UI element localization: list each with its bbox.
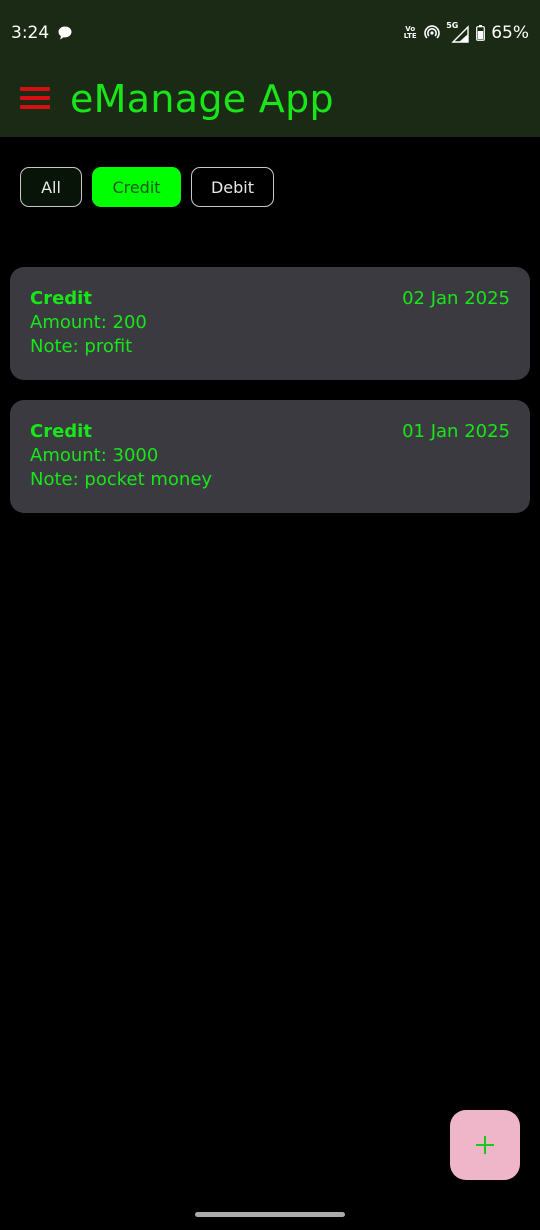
filter-all-label: All [41,177,61,197]
chat-notification-icon [58,26,72,40]
status-icons: Vo LTE 5G 65% [402,21,529,44]
plus-icon [476,1136,494,1154]
add-transaction-button[interactable] [450,1110,520,1180]
volte-indicator: Vo LTE [403,25,417,40]
filter-credit-chip[interactable]: Credit [92,167,181,207]
filter-credit-label: Credit [112,177,161,197]
transaction-card[interactable]: Credit 02 Jan 2025 Amount: 200 Note: pro… [10,267,530,380]
filter-all-chip[interactable]: All [20,167,82,207]
transaction-note: Note: pocket money [30,469,213,490]
signal-icon: 5G [446,21,470,43]
battery-icon [476,25,486,41]
transaction-card[interactable]: Credit 01 Jan 2025 Amount: 3000 Note: po… [10,400,530,513]
hamburger-menu-icon[interactable] [20,87,50,109]
gesture-navigation-bar[interactable] [195,1212,345,1217]
filter-debit-chip[interactable]: Debit [191,167,274,207]
hotspot-icon [424,25,440,39]
filter-debit-label: Debit [210,177,255,197]
app-title: eManage App [70,77,334,121]
transaction-date: 01 Jan 2025 [402,421,510,442]
app-bar: eManage App [0,66,540,137]
battery-percentage: 65% [491,23,529,43]
status-bar: 3:24 Vo LTE 5G 65% [0,0,540,66]
transaction-date: 02 Jan 2025 [402,288,510,309]
transaction-type: Credit [30,288,92,309]
transaction-amount: Amount: 3000 [30,445,159,466]
status-time: 3:24 [11,23,50,43]
transaction-type: Credit [30,421,92,442]
transaction-note: Note: profit [30,336,133,357]
transaction-amount: Amount: 200 [30,312,147,333]
